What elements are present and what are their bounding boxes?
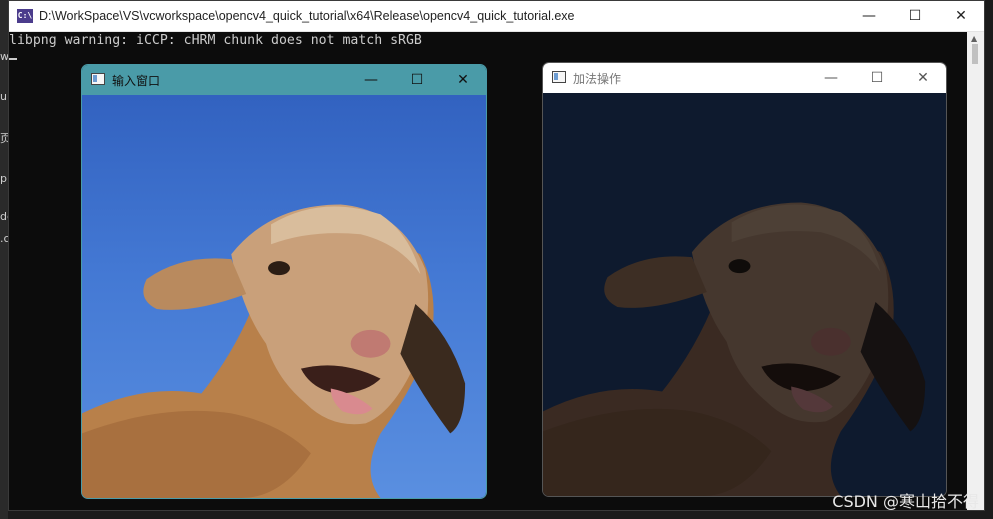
minimize-button[interactable]: —	[846, 1, 892, 31]
maximize-button[interactable]: ☐	[854, 63, 900, 93]
close-button[interactable]: ✕	[938, 1, 984, 31]
console-app-icon: C:\	[17, 9, 33, 23]
console-scrollbar[interactable]: ▲	[967, 32, 984, 510]
background-glyph: p	[0, 172, 7, 185]
close-button[interactable]: ✕	[900, 63, 946, 93]
close-button[interactable]: ✕	[440, 65, 486, 95]
console-output-line: libpng warning: iCCP: cHRM chunk does no…	[9, 33, 422, 48]
console-titlebar[interactable]: C:\ D:\WorkSpace\VS\vcworkspace\opencv4_…	[9, 1, 984, 32]
window-app-icon	[91, 73, 105, 85]
minimize-button[interactable]: —	[808, 63, 854, 93]
input-image-window[interactable]: 输入窗口 — ☐ ✕	[81, 64, 487, 499]
result-window-title: 加法操作	[573, 72, 622, 86]
scrollbar-thumb[interactable]	[972, 44, 978, 64]
maximize-button[interactable]: ☐	[394, 65, 440, 95]
addition-result-window[interactable]: 加法操作 — ☐ ✕	[542, 62, 947, 497]
console-title: D:\WorkSpace\VS\vcworkspace\opencv4_quic…	[39, 9, 575, 23]
text-cursor	[9, 58, 17, 60]
maximize-button[interactable]: ☐	[892, 1, 938, 31]
lamb-image	[82, 204, 466, 498]
input-window-title: 输入窗口	[112, 74, 161, 88]
input-window-titlebar[interactable]: 输入窗口 — ☐ ✕	[82, 65, 486, 95]
csdn-watermark: CSDN @寒山拾不得	[832, 492, 979, 511]
result-image-canvas	[543, 93, 946, 496]
window-app-icon	[552, 71, 566, 83]
result-window-titlebar[interactable]: 加法操作 — ☐ ✕	[543, 63, 946, 93]
minimize-button[interactable]: —	[348, 65, 394, 95]
lamb-image-darkened	[543, 202, 926, 496]
scroll-up-arrow-icon[interactable]: ▲	[971, 34, 977, 43]
input-image-canvas	[82, 95, 486, 498]
background-editor-strip: w ui 页 p de .c	[0, 0, 14, 519]
